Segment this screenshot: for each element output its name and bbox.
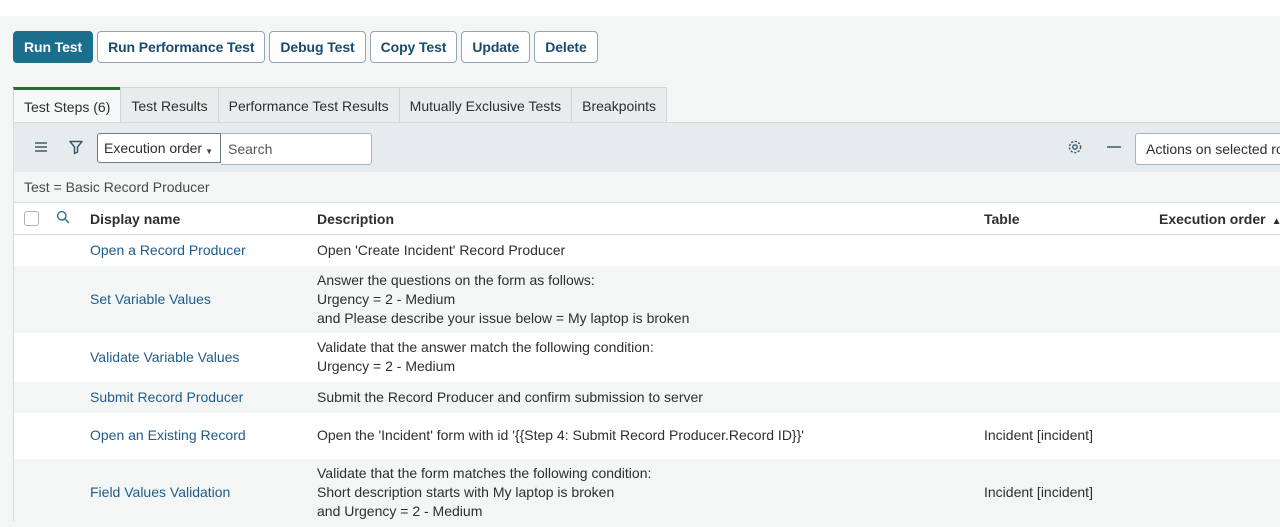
sort-ascending-icon: ▲ (1271, 215, 1280, 227)
run-performance-test-button[interactable]: Run Performance Test (97, 31, 266, 63)
step-link[interactable]: Submit Record Producer (90, 389, 243, 405)
step-table-cell: Incident [incident] (984, 458, 1159, 527)
breadcrumb[interactable]: Test = Basic Record Producer (14, 172, 1280, 203)
column-header-table[interactable]: Table (984, 203, 1159, 235)
step-link[interactable]: Validate Variable Values (90, 349, 239, 365)
collapse-icon[interactable] (1104, 137, 1124, 157)
step-link[interactable]: Field Values Validation (90, 484, 230, 500)
step-description-line: Open 'Create Incident' Record Producer (317, 241, 566, 258)
search-input[interactable] (221, 133, 372, 165)
step-description-line: Urgency = 2 - Medium (317, 358, 456, 374)
related-list-tabs: Test Steps (6) Test Results Performance … (13, 87, 668, 123)
step-table-cell: Incident [incident] (984, 427, 1093, 443)
step-description-line: Open the 'Incident' form with id '{{Step… (317, 427, 804, 443)
step-description-line: Submit the Record Producer and confirm s… (317, 388, 703, 405)
step-description-line: Short description starts with My laptop … (317, 484, 615, 500)
test-steps-list: Execution order ▼ Actions on selected ro… (13, 122, 1280, 527)
step-description-line: and Please describe your issue below = M… (317, 309, 690, 326)
step-link[interactable]: Open an Existing Record (90, 427, 246, 443)
column-header-execution-order[interactable]: Execution order ▲ (1159, 203, 1280, 235)
tab-breakpoints[interactable]: Breakpoints (571, 87, 668, 123)
table-header-row: Display name Description Table Execution… (14, 203, 1280, 235)
table-row: Open an Existing Record Open the 'Incide… (14, 413, 1280, 459)
tab-mutually-exclusive-tests[interactable]: Mutually Exclusive Tests (398, 87, 573, 123)
order-by-select-value: Execution order (104, 140, 203, 156)
select-all-cell (14, 203, 52, 235)
column-header-description[interactable]: Description (317, 203, 984, 235)
order-by-select[interactable]: Execution order ▼ (97, 133, 221, 163)
column-search-cell (52, 203, 90, 235)
column-search-icon[interactable] (56, 210, 70, 224)
table-row: Set Variable Values Answer the questions… (14, 265, 1280, 333)
debug-test-button[interactable]: Debug Test (269, 31, 366, 63)
table-row: Field Values Validation Validate that th… (14, 458, 1280, 527)
table-row: Submit Record Producer Submit the Record… (14, 381, 1280, 413)
test-steps-table: Display name Description Table Execution… (14, 203, 1280, 527)
actions-on-selected-rows-select[interactable]: Actions on selected rows... (1135, 133, 1280, 165)
step-description-line: and Urgency = 2 - Medium (317, 503, 483, 519)
list-toolbar: Execution order ▼ Actions on selected ro… (14, 123, 1280, 172)
delete-button[interactable]: Delete (534, 31, 598, 63)
tab-test-results[interactable]: Test Results (120, 87, 219, 123)
step-link[interactable]: Open a Record Producer (90, 242, 246, 258)
run-test-button[interactable]: Run Test (13, 31, 94, 63)
hamburger-menu-icon[interactable] (31, 137, 51, 157)
action-button-bar: Run Test Run Performance Test Debug Test… (13, 31, 598, 63)
step-description-line: Urgency = 2 - Medium (317, 290, 456, 307)
copy-test-button[interactable]: Copy Test (369, 31, 458, 63)
step-table-cell (984, 333, 1159, 382)
select-all-checkbox[interactable] (24, 211, 39, 226)
step-table-cell (984, 381, 1159, 413)
column-header-execution-order-label: Execution order (1159, 210, 1266, 227)
step-description-line: Validate that the answer match the follo… (317, 339, 654, 355)
chevron-down-icon: ▼ (205, 147, 213, 156)
step-description-line: Validate that the form matches the follo… (317, 465, 652, 481)
table-row: Open a Record Producer Open 'Create Inci… (14, 235, 1280, 266)
filter-icon[interactable] (66, 137, 86, 157)
page-top-strip (0, 0, 1280, 16)
tab-performance-test-results[interactable]: Performance Test Results (217, 87, 400, 123)
step-table-cell (984, 265, 1159, 333)
update-button[interactable]: Update (461, 31, 531, 63)
step-description-line: Answer the questions on the form as foll… (317, 271, 595, 288)
tab-test-steps[interactable]: Test Steps (6) (13, 87, 122, 123)
step-table-cell (984, 235, 1159, 266)
column-header-display-name[interactable]: Display name (90, 203, 317, 235)
step-link[interactable]: Set Variable Values (90, 291, 211, 307)
gear-icon[interactable] (1065, 137, 1085, 157)
table-row: Validate Variable Values Validate that t… (14, 333, 1280, 382)
